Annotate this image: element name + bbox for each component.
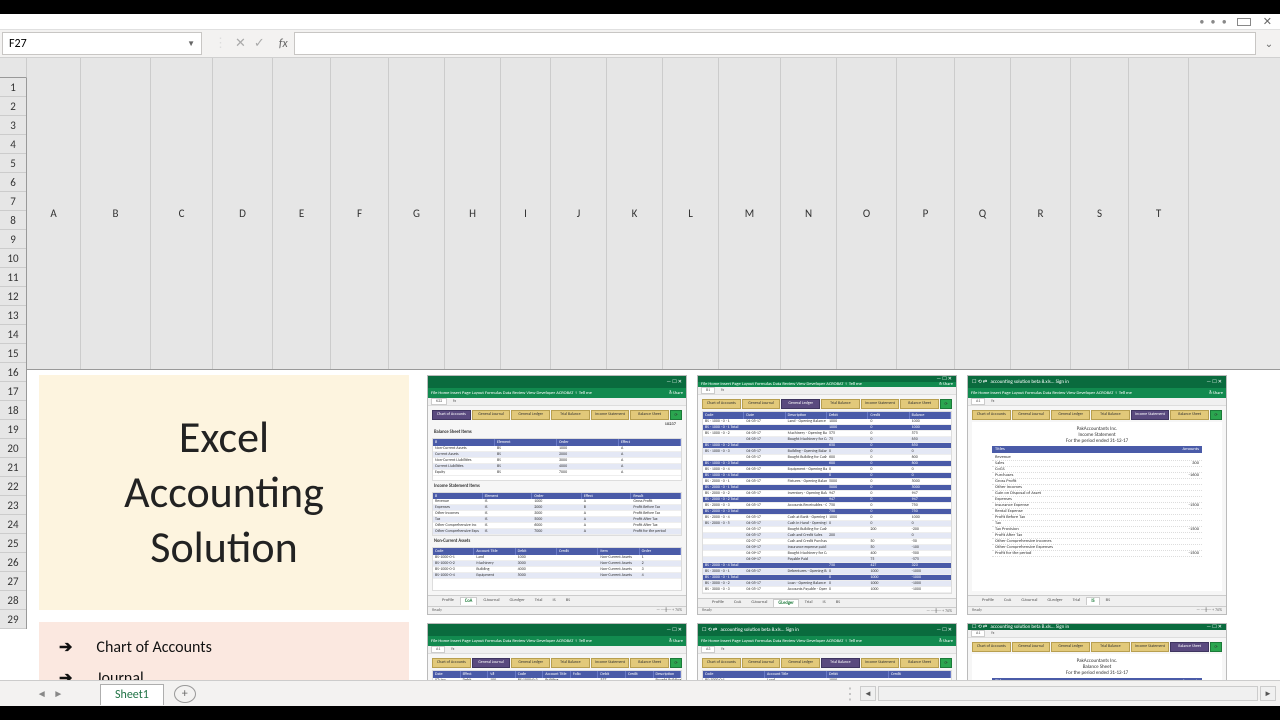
feature-label: Journal: [96, 669, 143, 681]
col-header[interactable]: O: [837, 58, 897, 369]
col-header[interactable]: F: [331, 58, 389, 369]
feature-label: Chart of Accounts: [96, 638, 211, 657]
feature-list: ➔Chart of Accounts➔Journal➔Ledger➔Trial …: [39, 622, 409, 681]
worksheet-cells[interactable]: Excel Accounting Solution ➔ Chart of Acco…: [27, 370, 1280, 681]
row-header[interactable]: 14: [0, 325, 26, 344]
row-header[interactable]: 10: [0, 249, 26, 268]
thumbnail-income-statement: ☐ ⟲ ⇄ accounting solution beta 8.xls... …: [967, 375, 1227, 615]
row-header[interactable]: 17: [0, 382, 26, 401]
row-header[interactable]: 11: [0, 268, 26, 287]
thumbnail-grid: — ☐ ✕File Home Insert Page Layout Formul…: [427, 375, 1259, 681]
thumbnail-coa: — ☐ ✕File Home Insert Page Layout Formul…: [427, 375, 687, 615]
row-header[interactable]: 3: [0, 116, 26, 135]
name-box-value: F27: [9, 37, 27, 51]
select-all-corner[interactable]: [0, 58, 27, 78]
row-header[interactable]: 23: [0, 496, 26, 515]
page-title: Excel Accounting Solution: [124, 410, 324, 575]
row-headers[interactable]: 1234567891011121314151617181920212223242…: [0, 78, 27, 629]
fx-label[interactable]: fx: [275, 30, 292, 57]
row-header[interactable]: 5: [0, 154, 26, 173]
excel-window: • • • ✕ F27 ▼ ⋮ ✕ ✓ fx ⌄ 123456789101112…: [0, 14, 1280, 706]
row-header[interactable]: 20: [0, 439, 26, 458]
title-card: Excel Accounting Solution: [39, 375, 409, 610]
row-header[interactable]: 28: [0, 591, 26, 610]
col-header[interactable]: Q: [955, 58, 1011, 369]
row-header[interactable]: 2: [0, 97, 26, 116]
col-header[interactable]: R: [1011, 58, 1071, 369]
col-header[interactable]: M: [719, 58, 781, 369]
more-icon[interactable]: • • •: [1199, 15, 1228, 28]
ribbon-display-icon[interactable]: [1237, 18, 1251, 26]
chevron-down-icon[interactable]: ▼: [187, 39, 195, 49]
sheet-tab-bar: ◄ ► Sheet1 + ⋮ ◄ ►: [0, 680, 1280, 706]
scroll-left-button[interactable]: ◄: [860, 686, 876, 701]
feature-item: ➔ Chart of Accounts: [59, 632, 389, 663]
close-icon[interactable]: ✕: [1259, 15, 1276, 28]
col-header[interactable]: I: [501, 58, 551, 369]
col-header[interactable]: J: [551, 58, 607, 369]
row-header[interactable]: 6: [0, 173, 26, 192]
formula-bar: F27 ▼ ⋮ ✕ ✓ fx ⌄: [0, 30, 1280, 58]
col-header[interactable]: G: [389, 58, 445, 369]
scroll-right-button[interactable]: ►: [1260, 686, 1276, 701]
row-header[interactable]: 1: [0, 78, 26, 97]
col-header[interactable]: H: [445, 58, 501, 369]
row-header[interactable]: 21: [0, 458, 26, 477]
row-header[interactable]: 29: [0, 610, 26, 629]
row-header[interactable]: 13: [0, 306, 26, 325]
formula-input[interactable]: [294, 32, 1256, 55]
thumbnail-ledger: — ☐ ✕File Home Insert Page Layout Formul…: [697, 375, 957, 615]
column-headers[interactable]: ABCDEFGHIJKLMNOPQRST: [27, 58, 1280, 370]
row-header[interactable]: 16: [0, 363, 26, 382]
row-header[interactable]: 18: [0, 401, 26, 420]
row-header[interactable]: 15: [0, 344, 26, 363]
name-box[interactable]: F27 ▼: [2, 32, 202, 55]
row-header[interactable]: 12: [0, 287, 26, 306]
new-sheet-button[interactable]: +: [174, 685, 196, 703]
row-header[interactable]: 9: [0, 230, 26, 249]
grid-area: 1234567891011121314151617181920212223242…: [0, 58, 1280, 680]
row-header[interactable]: 8: [0, 211, 26, 230]
expand-formula-icon[interactable]: ⌄: [1258, 30, 1280, 57]
row-header[interactable]: 26: [0, 553, 26, 572]
row-header[interactable]: 4: [0, 135, 26, 154]
col-header[interactable]: E: [273, 58, 331, 369]
horizontal-scrollbar[interactable]: ⋮ ◄ ►: [196, 684, 1280, 704]
col-header[interactable]: A: [27, 58, 81, 369]
scroll-track[interactable]: [878, 686, 1258, 701]
row-header[interactable]: 22: [0, 477, 26, 496]
arrow-right-icon: ➔: [59, 668, 72, 680]
row-header[interactable]: 19: [0, 420, 26, 439]
col-header[interactable]: D: [213, 58, 273, 369]
col-header[interactable]: N: [781, 58, 837, 369]
col-header[interactable]: L: [663, 58, 719, 369]
title-bar: • • • ✕: [0, 14, 1280, 30]
feature-item: ➔ Journal: [59, 663, 389, 681]
row-header[interactable]: 27: [0, 572, 26, 591]
row-header[interactable]: 25: [0, 534, 26, 553]
row-header[interactable]: 7: [0, 192, 26, 211]
col-header[interactable]: K: [607, 58, 663, 369]
sheet-nav[interactable]: ◄ ►: [0, 687, 100, 700]
thumbnail-trial-balance: ☐ ⟲ ⇄ accounting solution beta 8.xls... …: [697, 623, 957, 681]
col-header[interactable]: B: [81, 58, 151, 369]
col-header[interactable]: C: [151, 58, 213, 369]
formula-buttons: ⋮ ✕ ✓: [204, 30, 275, 57]
arrow-right-icon: ➔: [59, 637, 72, 657]
thumbnail-balance-sheet: ☐ ⟲ ⇄ accounting solution beta B.xls... …: [967, 623, 1227, 681]
col-header[interactable]: T: [1129, 58, 1189, 369]
cancel-icon[interactable]: ✕: [235, 36, 246, 51]
col-header[interactable]: P: [897, 58, 955, 369]
enter-icon[interactable]: ✓: [254, 36, 265, 51]
thumbnail-journal: — ☐ ✕File Home Insert Page Layout Formul…: [427, 623, 687, 681]
col-header[interactable]: S: [1071, 58, 1129, 369]
row-header[interactable]: 24: [0, 515, 26, 534]
sheet-tab-active[interactable]: Sheet1: [100, 684, 164, 705]
